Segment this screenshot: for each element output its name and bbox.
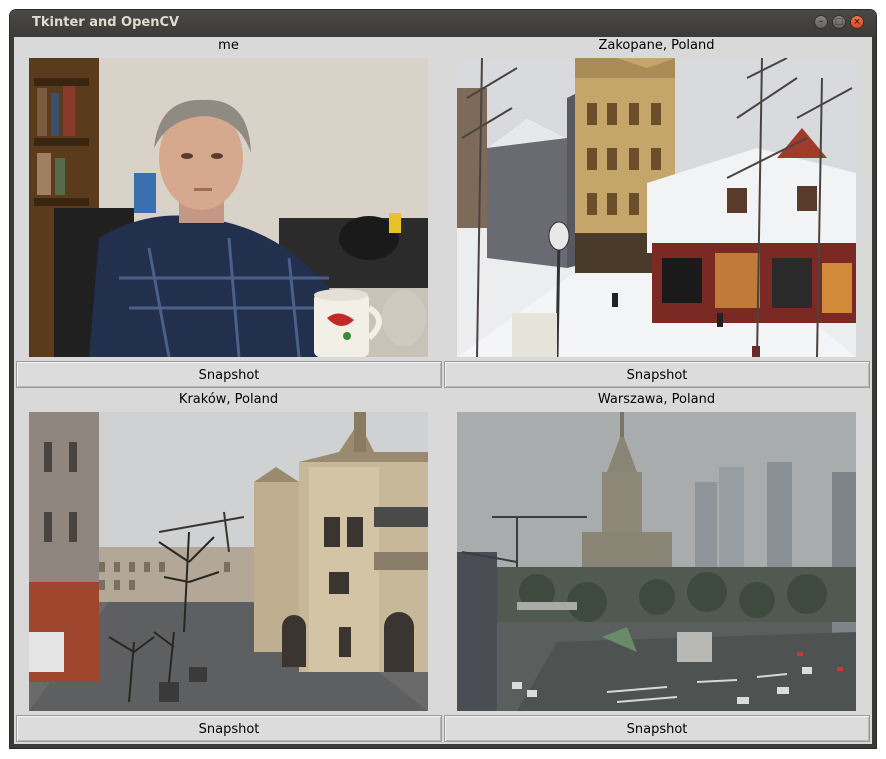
minimize-icon[interactable]: – <box>814 15 828 29</box>
snapshot-button-warszawa[interactable]: Snapshot <box>444 715 870 742</box>
window-border-left <box>10 37 14 748</box>
panel-label-zakopane: Zakopane, Poland <box>598 38 715 53</box>
camera-view-warszawa <box>457 412 856 711</box>
window-title: Tkinter and OpenCV <box>32 15 180 30</box>
camera-view-me <box>29 58 428 357</box>
panel-label-warszawa: Warszawa, Poland <box>597 392 716 407</box>
camera-view-zakopane <box>457 58 856 357</box>
camera-view-krakow <box>29 412 428 711</box>
window-border-right <box>872 37 876 748</box>
app-window: Tkinter and OpenCV – □ × me Snapshot Zak… <box>10 10 876 748</box>
snapshot-button-krakow[interactable]: Snapshot <box>16 715 442 742</box>
window-border-bottom <box>10 744 876 748</box>
snapshot-button-me[interactable]: Snapshot <box>16 361 442 388</box>
panel-label-me: me <box>218 38 239 53</box>
maximize-icon[interactable]: □ <box>832 15 846 29</box>
title-bar[interactable]: Tkinter and OpenCV – □ × <box>10 10 876 37</box>
snapshot-button-zakopane[interactable]: Snapshot <box>444 361 870 388</box>
panel-label-krakow: Kraków, Poland <box>178 392 279 407</box>
close-icon[interactable]: × <box>850 15 864 29</box>
